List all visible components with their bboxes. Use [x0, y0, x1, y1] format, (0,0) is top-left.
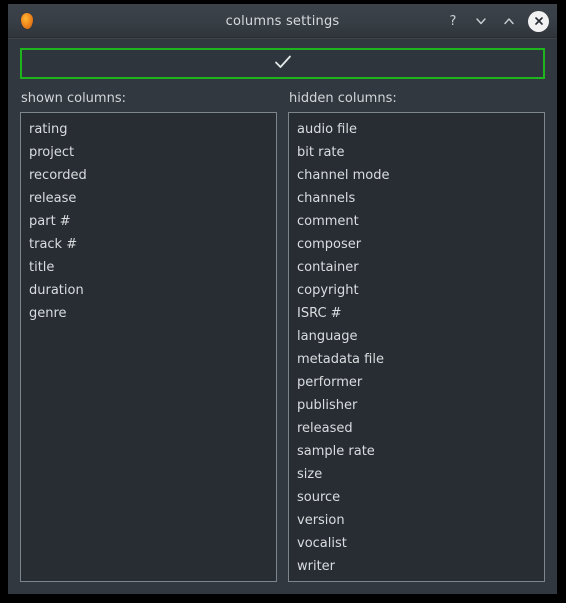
list-item[interactable]: version	[289, 509, 544, 532]
list-item[interactable]: sample rate	[289, 440, 544, 463]
list-item[interactable]: release	[21, 187, 276, 210]
list-item[interactable]: released	[289, 417, 544, 440]
list-item[interactable]: writer	[289, 555, 544, 578]
list-item[interactable]: size	[289, 463, 544, 486]
list-item[interactable]: ISRC #	[289, 302, 544, 325]
dialog-body: shown columns: rating project recorded rele…	[8, 39, 557, 594]
close-button[interactable]	[528, 10, 549, 32]
list-item[interactable]: metadata file	[289, 348, 544, 371]
list-item[interactable]: audio file	[289, 118, 544, 141]
columns-settings-window: columns settings ? shown columns: rating…	[8, 4, 557, 594]
window-controls: ?	[444, 10, 549, 32]
list-item[interactable]: container	[289, 256, 544, 279]
list-item[interactable]: language	[289, 325, 544, 348]
shown-columns-list[interactable]: rating project recorded release part # track …	[20, 112, 277, 582]
list-item[interactable]: composer	[289, 233, 544, 256]
help-button[interactable]: ?	[444, 12, 462, 30]
columns-area: shown columns: rating project recorded rele…	[20, 91, 545, 582]
hidden-columns-list[interactable]: audio file bit rate channel mode channels co…	[288, 112, 545, 582]
minimize-button[interactable]	[472, 12, 490, 30]
list-item[interactable]: channel mode	[289, 164, 544, 187]
shown-columns-label: shown columns:	[21, 91, 126, 106]
list-item[interactable]: copyright	[289, 279, 544, 302]
hidden-columns-label: hidden columns:	[289, 91, 397, 106]
list-item[interactable]: duration	[21, 279, 276, 302]
list-item[interactable]: channels	[289, 187, 544, 210]
checkmark-icon	[273, 54, 293, 74]
list-item[interactable]: source	[289, 486, 544, 509]
list-item[interactable]: rating	[21, 118, 276, 141]
list-item[interactable]: bit rate	[289, 141, 544, 164]
list-item[interactable]: publisher	[289, 394, 544, 417]
shown-columns-panel: shown columns: rating project recorded rele…	[20, 91, 277, 582]
list-item[interactable]: comment	[289, 210, 544, 233]
list-item[interactable]: part #	[21, 210, 276, 233]
flame-icon	[14, 8, 40, 34]
list-item[interactable]: title	[21, 256, 276, 279]
maximize-button[interactable]	[500, 12, 518, 30]
list-item[interactable]: track #	[21, 233, 276, 256]
apply-button[interactable]	[20, 48, 545, 79]
list-item[interactable]: project	[21, 141, 276, 164]
title-bar: columns settings ?	[8, 4, 557, 39]
list-item[interactable]: vocalist	[289, 532, 544, 555]
svg-text:?: ?	[450, 14, 457, 28]
list-item[interactable]: recorded	[21, 164, 276, 187]
list-item[interactable]: genre	[21, 302, 276, 325]
list-item[interactable]: performer	[289, 371, 544, 394]
hidden-columns-panel: hidden columns: audio file bit rate channe…	[288, 91, 545, 582]
